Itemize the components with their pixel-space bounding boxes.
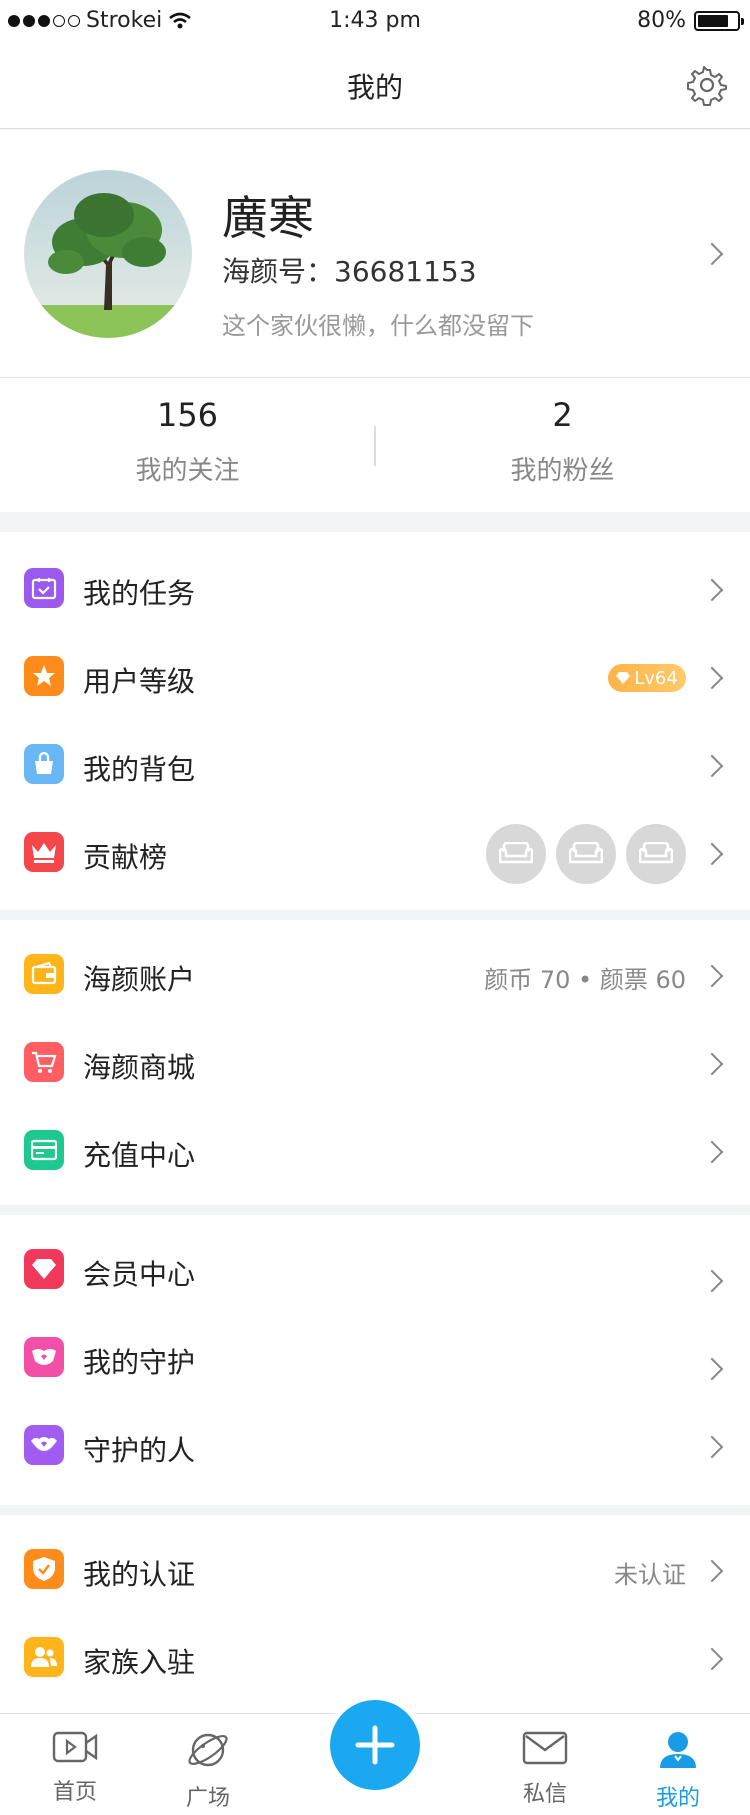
following-stat[interactable]: 156 我的关注 (0, 396, 375, 487)
chevron-right-icon (700, 964, 724, 988)
chevron-right-icon (700, 1140, 724, 1164)
user-id-label: 海颜号： (222, 255, 335, 288)
level-badge: Lv64 (608, 664, 686, 692)
menu-item-member[interactable]: 会员中心 (0, 1227, 750, 1315)
sofa-icon (486, 824, 546, 884)
menu-item-label: 海颜商城 (83, 1051, 196, 1084)
menu-item-label: 我的认证 (83, 1558, 196, 1591)
sofa-icon (556, 824, 616, 884)
chevron-right-icon (700, 1559, 724, 1583)
user-bio: 这个家伙很懒，什么都没留下 (222, 312, 534, 340)
followers-count: 2 (552, 396, 573, 434)
mail-icon (522, 1731, 568, 1765)
planet-icon (188, 1733, 228, 1767)
menu-item-family[interactable]: 家族入驻 (0, 1615, 750, 1703)
profile-card[interactable]: 廣寒 海颜号：36681153 这个家伙很懒，什么都没留下 (0, 130, 750, 378)
nav-bar: 我的 (0, 42, 750, 129)
ranking-seats (486, 824, 686, 884)
video-icon (52, 1731, 98, 1763)
menu-item-ranking[interactable]: 贡献榜 (0, 810, 750, 898)
card-icon (24, 1130, 64, 1170)
chevron-right-icon (700, 1357, 724, 1381)
level-badge-text: Lv64 (634, 667, 678, 689)
tab-messages[interactable]: 私信 (485, 1730, 605, 1808)
menu-item-guarded[interactable]: 守护的人 (0, 1403, 750, 1491)
user-name: 廣寒 (222, 191, 314, 245)
menu-item-tasks[interactable]: 我的任务 (0, 546, 750, 634)
menu-item-label: 我的守护 (83, 1346, 196, 1379)
user-id-value: 36681153 (334, 255, 477, 288)
plus-icon (355, 1725, 395, 1765)
menu-item-mall[interactable]: 海颜商城 (0, 1020, 750, 1108)
tab-square[interactable]: 广场 (148, 1730, 268, 1812)
guarded-icon (24, 1425, 64, 1465)
stats-bar: 156 我的关注 2 我的粉丝 (0, 378, 750, 512)
menu-item-label: 贡献榜 (83, 841, 168, 874)
tab-label: 我的 (655, 1786, 700, 1811)
balance-text: 颜币 70 • 颜票 60 (484, 966, 686, 994)
sofa-icon (626, 824, 686, 884)
bag-icon (24, 744, 64, 784)
menu-group-1: 我的任务 用户等级 Lv64 我的背包 贡献榜 (0, 532, 750, 910)
diamond-icon (24, 1249, 64, 1289)
cert-status: 未认证 (614, 1561, 686, 1589)
cart-icon (24, 1042, 64, 1082)
user-icon (660, 1732, 696, 1768)
page-title: 我的 (346, 71, 403, 104)
tab-label: 首页 (52, 1780, 97, 1805)
menu-item-label: 充值中心 (83, 1139, 196, 1172)
family-icon (24, 1637, 64, 1677)
menu-group-2: 海颜账户 颜币 70 • 颜票 60 海颜商城 充值中心 (0, 920, 750, 1205)
wallet-icon (24, 954, 64, 994)
star-icon (24, 656, 64, 696)
menu-item-backpack[interactable]: 我的背包 (0, 722, 750, 810)
tab-home[interactable]: 首页 (15, 1730, 135, 1806)
followers-stat[interactable]: 2 我的粉丝 (375, 396, 750, 487)
menu-item-label: 会员中心 (83, 1258, 196, 1291)
menu-item-label: 海颜账户 (83, 963, 196, 996)
chevron-right-icon (700, 1647, 724, 1671)
battery-area: 80% (637, 8, 744, 33)
diamond-small-icon (616, 672, 631, 684)
menu-item-certification[interactable]: 我的认证 未认证 (0, 1527, 750, 1615)
calendar-icon (24, 568, 64, 608)
menu-item-label: 我的任务 (83, 577, 196, 610)
menu-item-label: 用户等级 (83, 665, 196, 698)
chevron-right-icon (700, 578, 724, 602)
shield-icon (24, 1549, 64, 1589)
followers-label: 我的粉丝 (510, 456, 615, 486)
guard-icon (24, 1337, 64, 1377)
tab-mine[interactable]: 我的 (618, 1730, 738, 1812)
following-label: 我的关注 (135, 456, 240, 486)
menu-item-level[interactable]: 用户等级 Lv64 (0, 634, 750, 722)
menu-item-label: 守护的人 (83, 1434, 196, 1467)
add-button[interactable] (330, 1700, 420, 1790)
chevron-right-icon (700, 666, 724, 690)
crown-icon (24, 832, 64, 872)
chevron-right-icon (700, 842, 724, 866)
battery-icon (694, 10, 744, 31)
avatar[interactable] (24, 170, 192, 338)
menu-group-4: 我的认证 未认证 家族入驻 (0, 1515, 750, 1713)
battery-percent: 80% (637, 8, 686, 33)
following-count: 156 (156, 396, 219, 434)
menu-item-label: 我的背包 (83, 753, 196, 786)
menu-item-recharge[interactable]: 充值中心 (0, 1108, 750, 1196)
status-bar: Strokei 1:43 pm 80% (0, 0, 750, 42)
chevron-right-icon (700, 1435, 724, 1459)
settings-gear-icon[interactable] (686, 64, 728, 106)
menu-item-label: 家族入驻 (83, 1646, 196, 1679)
tab-label: 广场 (185, 1786, 230, 1811)
menu-item-account[interactable]: 海颜账户 颜币 70 • 颜票 60 (0, 932, 750, 1020)
tab-label: 私信 (522, 1782, 567, 1807)
chevron-right-icon (700, 242, 724, 266)
menu-item-guard[interactable]: 我的守护 (0, 1315, 750, 1403)
chevron-right-icon (700, 1052, 724, 1076)
chevron-right-icon (700, 1269, 724, 1293)
avatar-tree-image (24, 170, 192, 338)
battery-fill (698, 14, 729, 27)
user-id: 海颜号：36681153 (222, 250, 477, 290)
menu-group-3: 会员中心 我的守护 守护的人 (0, 1215, 750, 1505)
chevron-right-icon (700, 754, 724, 778)
